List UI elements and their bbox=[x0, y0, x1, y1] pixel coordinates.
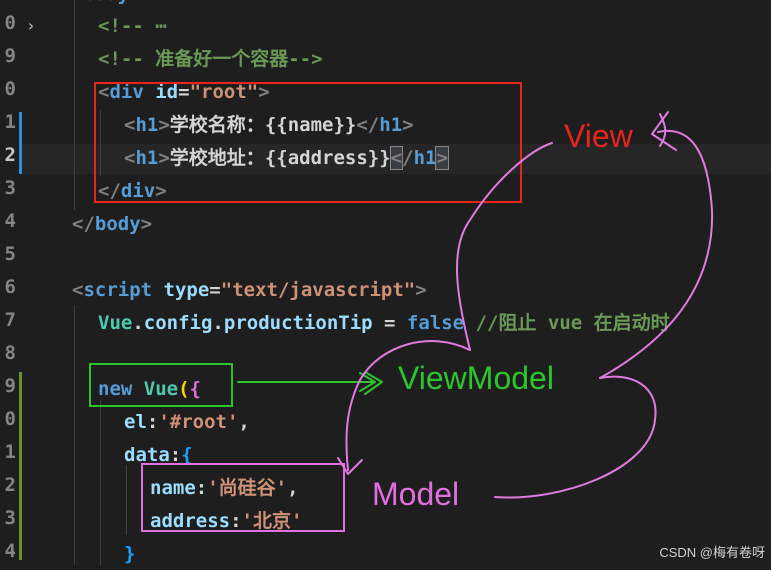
view-label: View bbox=[564, 118, 633, 154]
viewmodel-label: ViewModel bbox=[398, 360, 554, 396]
model-label: Model bbox=[372, 476, 460, 512]
viewmodel-to-model-arrowhead bbox=[337, 457, 363, 475]
viewmodel-to-view-arrow bbox=[455, 142, 553, 351]
csdn-watermark: CSDN @梅有卷呀 bbox=[659, 545, 765, 560]
viewmodel-to-view-right-arrow bbox=[599, 129, 714, 379]
